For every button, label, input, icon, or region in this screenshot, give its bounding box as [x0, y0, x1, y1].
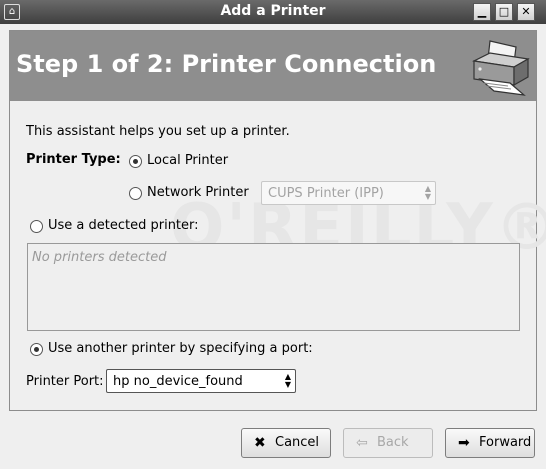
chevron-updown-icon: ▲ ▼	[424, 184, 431, 201]
printer-icon	[472, 40, 530, 96]
printer-port-value: hp no_device_found	[113, 374, 243, 389]
forward-label: Forward	[479, 435, 532, 450]
printer-port-label: Printer Port:	[26, 374, 104, 389]
step-title: Step 1 of 2: Printer Connection	[16, 50, 437, 78]
back-arrow-icon: ⇦	[356, 435, 368, 451]
local-printer-label[interactable]: Local Printer	[147, 153, 228, 168]
network-printer-label[interactable]: Network Printer	[147, 185, 249, 200]
forward-arrow-icon: ➡	[458, 435, 470, 451]
cancel-label: Cancel	[275, 435, 320, 450]
window-titlebar[interactable]: ⌂ Add a Printer ▁ □ ✕	[0, 0, 546, 24]
no-printers-text: No printers detected	[32, 250, 167, 265]
close-button[interactable]: ✕	[517, 3, 535, 21]
network-printer-radio[interactable]	[129, 187, 142, 200]
back-button[interactable]: ⇦ Back	[343, 428, 433, 458]
network-protocol-select[interactable]: CUPS Printer (IPP) ▲ ▼	[261, 181, 436, 205]
forward-button[interactable]: ➡ Forward	[445, 428, 535, 458]
port-printer-label[interactable]: Use another printer by specifying a port…	[48, 341, 313, 356]
minimize-button[interactable]: ▁	[473, 3, 491, 21]
network-protocol-value: CUPS Printer (IPP)	[268, 186, 384, 201]
local-printer-radio[interactable]	[129, 155, 142, 168]
intro-text: This assistant helps you set up a printe…	[26, 124, 290, 139]
step-header: Step 1 of 2: Printer Connection	[10, 31, 536, 101]
printer-type-label: Printer Type:	[26, 152, 121, 167]
port-printer-radio[interactable]	[30, 343, 43, 356]
cancel-button[interactable]: ✖ Cancel	[241, 428, 331, 458]
back-label: Back	[377, 435, 409, 450]
maximize-button[interactable]: □	[495, 3, 513, 21]
assistant-frame: Step 1 of 2: Printer Connection O'REILLY…	[9, 30, 546, 411]
cancel-icon: ✖	[254, 435, 266, 451]
detected-printer-radio[interactable]	[30, 220, 43, 233]
detected-printers-list[interactable]: No printers detected	[27, 243, 520, 331]
printer-port-select[interactable]: hp no_device_found ▲ ▼	[106, 369, 296, 393]
window-title: Add a Printer	[220, 3, 326, 19]
chevron-updown-icon: ▲ ▼	[284, 372, 291, 389]
detected-printer-label[interactable]: Use a detected printer:	[48, 218, 199, 233]
